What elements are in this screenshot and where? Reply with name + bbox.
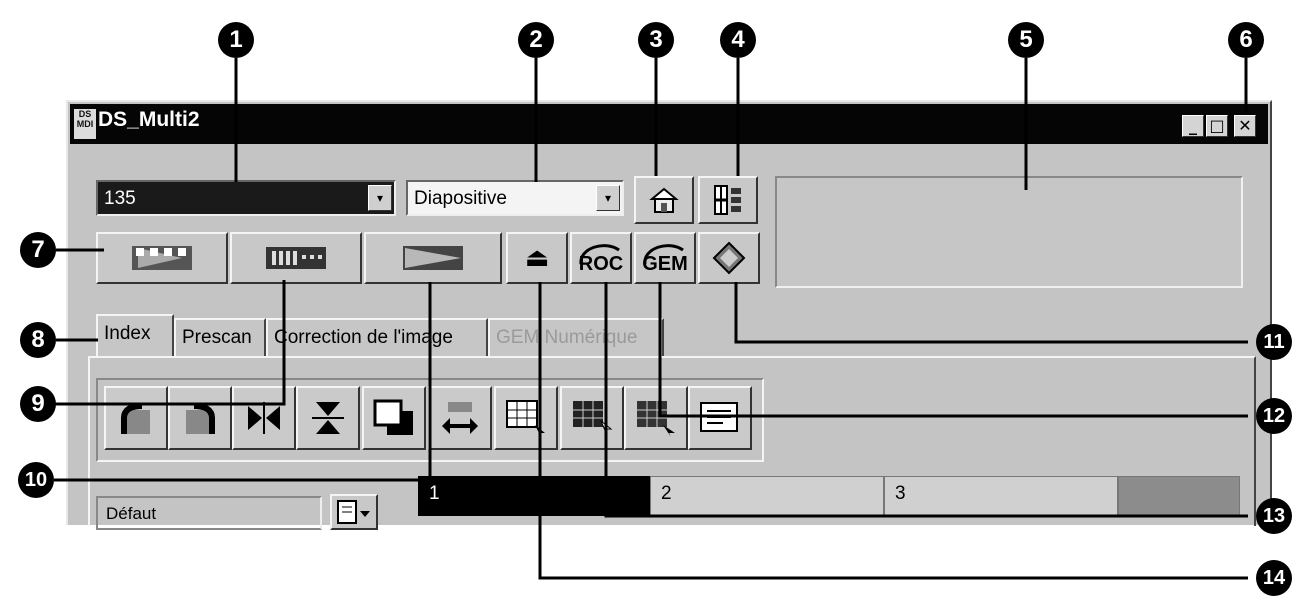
callout-marker: 1 — [218, 22, 254, 58]
callout-marker: 8 — [20, 322, 56, 358]
callout-marker: 9 — [20, 386, 56, 422]
callout-marker: 5 — [1008, 22, 1044, 58]
callout-marker: 10 — [18, 462, 54, 498]
callout-marker: 4 — [720, 22, 756, 58]
callout-marker: 12 — [1256, 398, 1292, 434]
callout-leader-lines — [54, 58, 1248, 580]
callout-marker: 6 — [1228, 22, 1264, 58]
callout-marker: 11 — [1256, 324, 1292, 360]
callout-marker: 13 — [1256, 498, 1292, 534]
callout-marker: 14 — [1256, 560, 1292, 596]
callout-marker: 7 — [20, 232, 56, 268]
callout-marker: 3 — [638, 22, 674, 58]
callout-marker: 2 — [518, 22, 554, 58]
